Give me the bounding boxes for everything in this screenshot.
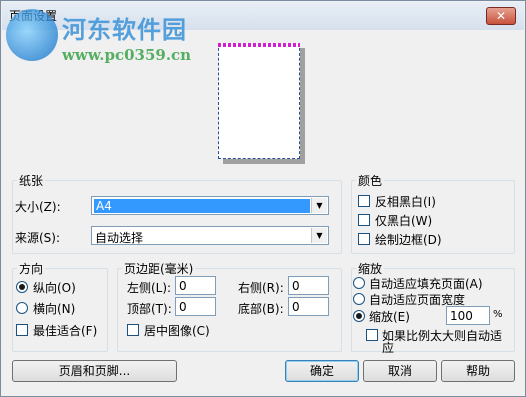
center-image-label: 居中图像(C) — [144, 324, 210, 338]
ok-button[interactable]: 确定 — [285, 360, 359, 382]
paper-source-select[interactable]: 自动选择 ▼ — [91, 226, 329, 245]
invert-bw-label: 反相黑白(I) — [375, 195, 436, 209]
help-button[interactable]: 帮助 — [441, 360, 515, 382]
paper-source-label: 来源(S): — [15, 231, 61, 245]
paper-size-label: 大小(Z): — [15, 200, 61, 214]
watermark-url: www.pc0359.cn — [62, 46, 192, 64]
margin-left-label: 左侧(L): — [127, 281, 172, 295]
fit-fill-page-radio[interactable] — [353, 277, 365, 289]
margin-right-label: 右侧(R): — [238, 281, 284, 295]
best-fit-checkbox[interactable] — [16, 324, 28, 336]
page-preview — [218, 43, 300, 159]
paper-legend: 纸张 — [17, 172, 46, 189]
paper-source-value: 自动选择 — [95, 231, 144, 245]
portrait-label: 纵向(O) — [33, 281, 76, 295]
margin-bottom-label: 底部(B): — [238, 302, 284, 316]
watermark-site-name: 河东软件园 — [62, 15, 187, 44]
zoom-label: 缩放(E) — [369, 310, 410, 324]
cancel-button[interactable]: 取消 — [363, 360, 437, 382]
margin-top-input[interactable]: 0 — [175, 297, 216, 316]
landscape-radio[interactable] — [16, 302, 28, 314]
center-image-checkbox[interactable] — [127, 324, 139, 336]
landscape-label: 横向(N) — [33, 302, 76, 316]
zoom-unit-label: % — [493, 309, 503, 320]
fit-fill-page-label: 自动适应填充页面(A) — [369, 277, 483, 291]
draw-border-label: 绘制边框(D) — [375, 233, 442, 247]
best-fit-label: 最佳适合(F) — [33, 324, 98, 338]
margin-bottom-input[interactable]: 0 — [288, 297, 329, 316]
auto-fit-large-checkbox[interactable] — [366, 329, 378, 341]
watermark-logo-icon — [6, 9, 58, 61]
chevron-down-icon[interactable]: ▼ — [311, 198, 327, 213]
paper-size-value: A4 — [94, 199, 310, 213]
close-button[interactable]: ✕ — [486, 7, 516, 25]
paper-size-select[interactable]: A4 ▼ — [91, 196, 329, 215]
invert-bw-checkbox[interactable] — [358, 195, 370, 207]
zoom-radio[interactable] — [353, 310, 365, 322]
margins-legend: 页边距(毫米) — [122, 260, 196, 277]
margin-top-label: 顶部(T): — [127, 302, 172, 316]
chevron-down-icon[interactable]: ▼ — [311, 228, 327, 243]
header-footer-button[interactable]: 页眉和页脚... — [12, 360, 177, 382]
zoom-percent-input[interactable]: 100 — [446, 306, 490, 325]
auto-fit-large-label-line1: 如果比例太大则自动适 — [382, 329, 503, 343]
auto-fit-large-label-line2: 应 — [382, 341, 395, 355]
color-legend: 颜色 — [356, 172, 385, 189]
portrait-radio[interactable] — [16, 281, 28, 293]
margin-left-input[interactable]: 0 — [175, 276, 216, 295]
orientation-legend: 方向 — [17, 260, 46, 277]
fit-page-width-radio[interactable] — [353, 293, 365, 305]
draw-border-checkbox[interactable] — [358, 233, 370, 245]
bw-only-checkbox[interactable] — [358, 214, 370, 226]
bw-only-label: 仅黑白(W) — [375, 214, 433, 228]
margin-right-input[interactable]: 0 — [288, 276, 329, 295]
page-preview-top-margin — [218, 43, 300, 47]
